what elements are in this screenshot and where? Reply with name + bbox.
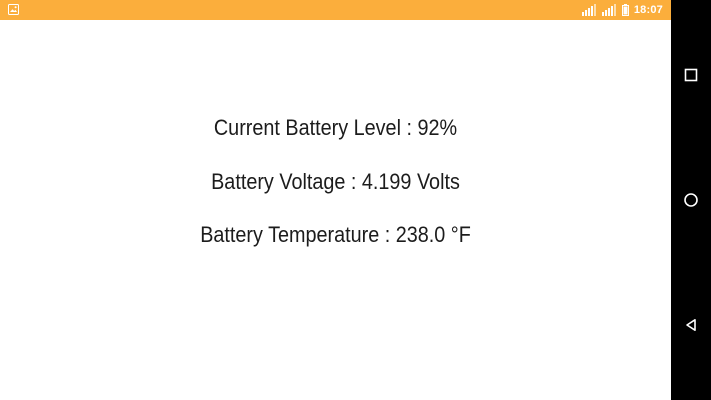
home-button[interactable] [671, 180, 711, 220]
battery-temperature-text: Battery Temperature : 238.0 °F [200, 222, 471, 247]
recents-icon [684, 68, 698, 82]
signal-icon [581, 4, 596, 16]
battery-info-panel: Current Battery Level : 92% Battery Volt… [0, 20, 671, 400]
status-bar: 18:07 [0, 0, 671, 20]
signal-icon [601, 4, 616, 16]
image-notification-icon [8, 4, 19, 15]
navigation-bar [671, 0, 711, 400]
back-button[interactable] [671, 305, 711, 345]
home-icon [684, 193, 698, 207]
battery-level-text: Current Battery Level : 92% [213, 115, 458, 140]
battery-voltage-text: Battery Voltage : 4.199 Volts [211, 169, 460, 194]
status-icons: 18:07 [581, 0, 663, 20]
status-clock: 18:07 [633, 4, 663, 16]
app-screen: 18:07 Current Battery Level : 92% Batter… [0, 0, 671, 400]
back-icon [686, 319, 696, 331]
recents-button[interactable] [671, 55, 711, 95]
battery-icon [621, 4, 629, 16]
